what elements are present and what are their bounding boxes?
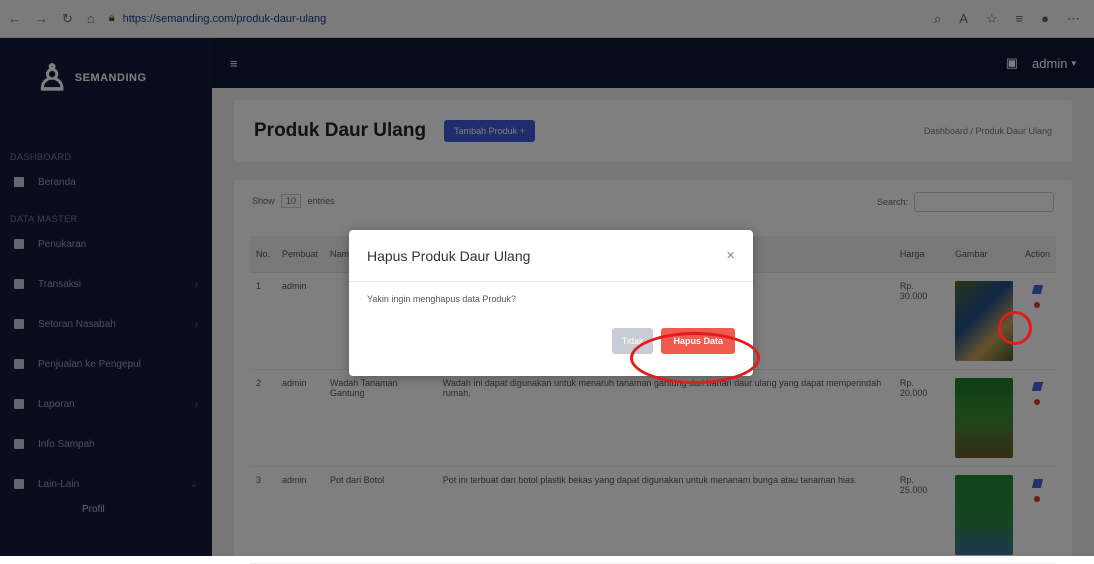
modal-title: Hapus Produk Daur Ulang — [367, 247, 531, 264]
close-icon[interactable]: × — [726, 247, 735, 264]
highlight-ring-delete — [998, 311, 1032, 345]
highlight-ring-confirm — [630, 332, 760, 384]
modal-header: Hapus Produk Daur Ulang × — [349, 230, 753, 282]
modal-message: Yakin ingin menghapus data Produk? — [367, 294, 516, 304]
